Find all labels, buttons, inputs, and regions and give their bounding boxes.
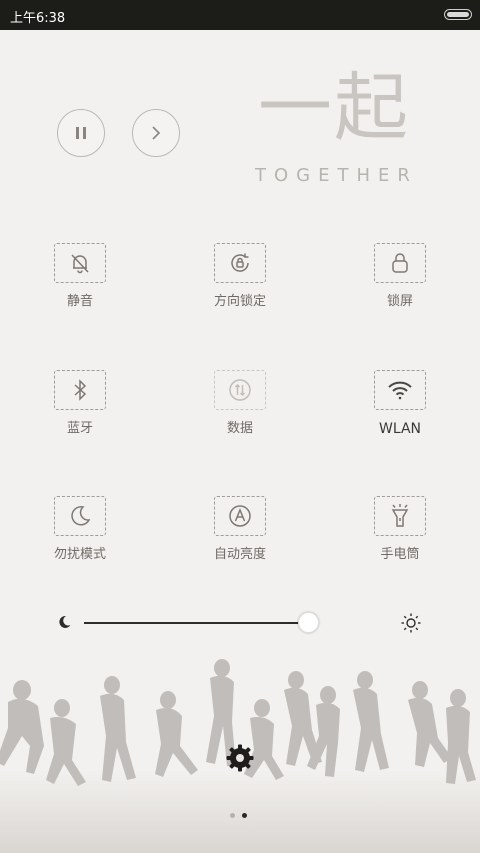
bell-off-icon	[71, 254, 89, 274]
toggle-bluetooth-box	[54, 370, 106, 410]
battery-icon	[444, 9, 472, 20]
toggle-data-label: 数据	[226, 421, 253, 436]
theme-title-en: TOGETHER	[255, 165, 418, 186]
pause-button[interactable]	[57, 109, 105, 157]
status-bar: 上午6:38	[0, 0, 480, 30]
brightness-max-sun-icon	[401, 613, 421, 633]
toggle-wlan-box	[374, 370, 426, 410]
toggle-do-not-disturb-label: 勿扰模式	[53, 547, 106, 562]
toggle-auto-brightness-box	[214, 496, 266, 536]
toggle-mute-box	[54, 243, 106, 283]
brightness-slider-knob[interactable]	[298, 612, 319, 633]
toggle-lock-screen-box	[374, 243, 426, 283]
status-time: 上午6:38	[10, 11, 66, 26]
toggle-rotation-lock[interactable]: 方向锁定	[180, 243, 300, 310]
wifi-icon	[388, 381, 412, 400]
toggle-auto-brightness[interactable]: 自动亮度	[180, 496, 300, 563]
toggle-rotation-lock-label: 方向锁定	[213, 294, 266, 309]
toggle-do-not-disturb-box	[54, 496, 106, 536]
toggle-rotation-lock-box	[214, 243, 266, 283]
next-button[interactable]	[132, 109, 180, 157]
toggle-bluetooth-label: 蓝牙	[66, 421, 93, 436]
toggle-flashlight-label: 手电筒	[380, 547, 420, 562]
toggle-mute[interactable]: 静音	[20, 243, 140, 310]
page-dot-1	[230, 813, 235, 818]
flashlight-icon	[391, 504, 409, 527]
toggle-lock-screen-label: 锁屏	[386, 294, 413, 309]
pause-icon	[76, 127, 86, 139]
brightness-min-moon-icon	[59, 615, 71, 628]
rotation-lock-icon	[231, 253, 249, 272]
data-icon	[229, 379, 251, 401]
auto-brightness-icon	[229, 505, 251, 527]
toggle-bluetooth[interactable]: 蓝牙	[20, 370, 140, 437]
brightness-slider-track[interactable]	[84, 622, 308, 624]
toggle-lock-screen[interactable]: 锁屏	[340, 243, 460, 310]
lock-icon	[392, 253, 408, 273]
toggle-data[interactable]: 数据	[180, 370, 300, 437]
page-dot-2	[242, 813, 247, 818]
bluetooth-icon	[74, 379, 87, 401]
theme-title-cn: 一起	[258, 65, 410, 151]
toggle-do-not-disturb[interactable]: 勿扰模式	[20, 496, 140, 563]
settings-gear-icon[interactable]	[225, 743, 255, 773]
toggle-flashlight[interactable]: 手电筒	[340, 496, 460, 563]
toggle-wlan-label: WLAN	[378, 421, 421, 437]
moon-icon	[71, 506, 91, 526]
toggle-mute-label: 静音	[66, 294, 93, 309]
toggle-data-box	[214, 370, 266, 410]
toggle-auto-brightness-label: 自动亮度	[213, 547, 266, 562]
toggle-flashlight-box	[374, 496, 426, 536]
toggle-wlan[interactable]: WLAN	[340, 370, 460, 437]
chevron-right-icon	[152, 126, 161, 140]
